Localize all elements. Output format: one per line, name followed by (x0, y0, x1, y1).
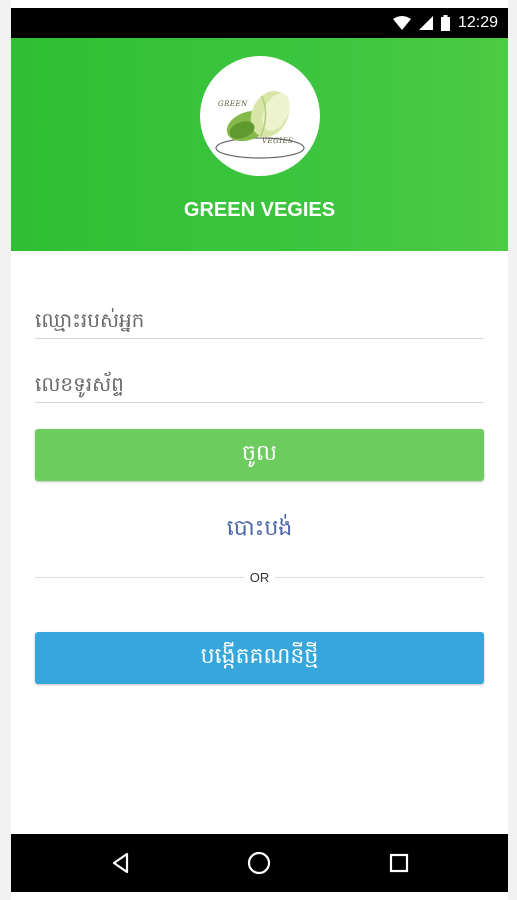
or-label: OR (243, 570, 276, 585)
status-icons: 12:29 (392, 12, 498, 34)
battery-icon (440, 15, 450, 31)
signal-icon (418, 16, 433, 30)
recents-icon[interactable] (384, 848, 414, 878)
back-icon[interactable] (106, 848, 136, 878)
username-field[interactable] (35, 302, 484, 339)
login-button[interactable]: ចូល (35, 429, 484, 481)
home-icon[interactable] (244, 848, 274, 878)
wifi-icon (392, 16, 411, 30)
navigation-bar (11, 834, 508, 892)
status-bar: 12:29 (11, 8, 508, 38)
cancel-link[interactable]: បោះបង់ (11, 514, 508, 546)
logo-text-bottom: VEGIES (262, 137, 294, 145)
phone-input[interactable] (35, 366, 484, 402)
or-separator: OR (11, 567, 508, 586)
app-header: GREEN VEGIES GREEN VEGIES (11, 38, 508, 251)
status-time: 12:29 (457, 14, 498, 31)
phone-field[interactable] (35, 366, 484, 403)
lettuce-icon (215, 90, 305, 159)
register-button[interactable]: បង្កើតគណនីថ្មី (35, 632, 484, 684)
phone-screen: 12:29 GREEN VEGIES GREEN VEGIES ចូល បោះប… (11, 0, 508, 900)
app-title: GREEN VEGIES (183, 199, 336, 221)
logo-text-top: GREEN (218, 100, 248, 108)
app-logo: GREEN VEGIES (200, 56, 320, 176)
username-input[interactable] (35, 302, 484, 338)
